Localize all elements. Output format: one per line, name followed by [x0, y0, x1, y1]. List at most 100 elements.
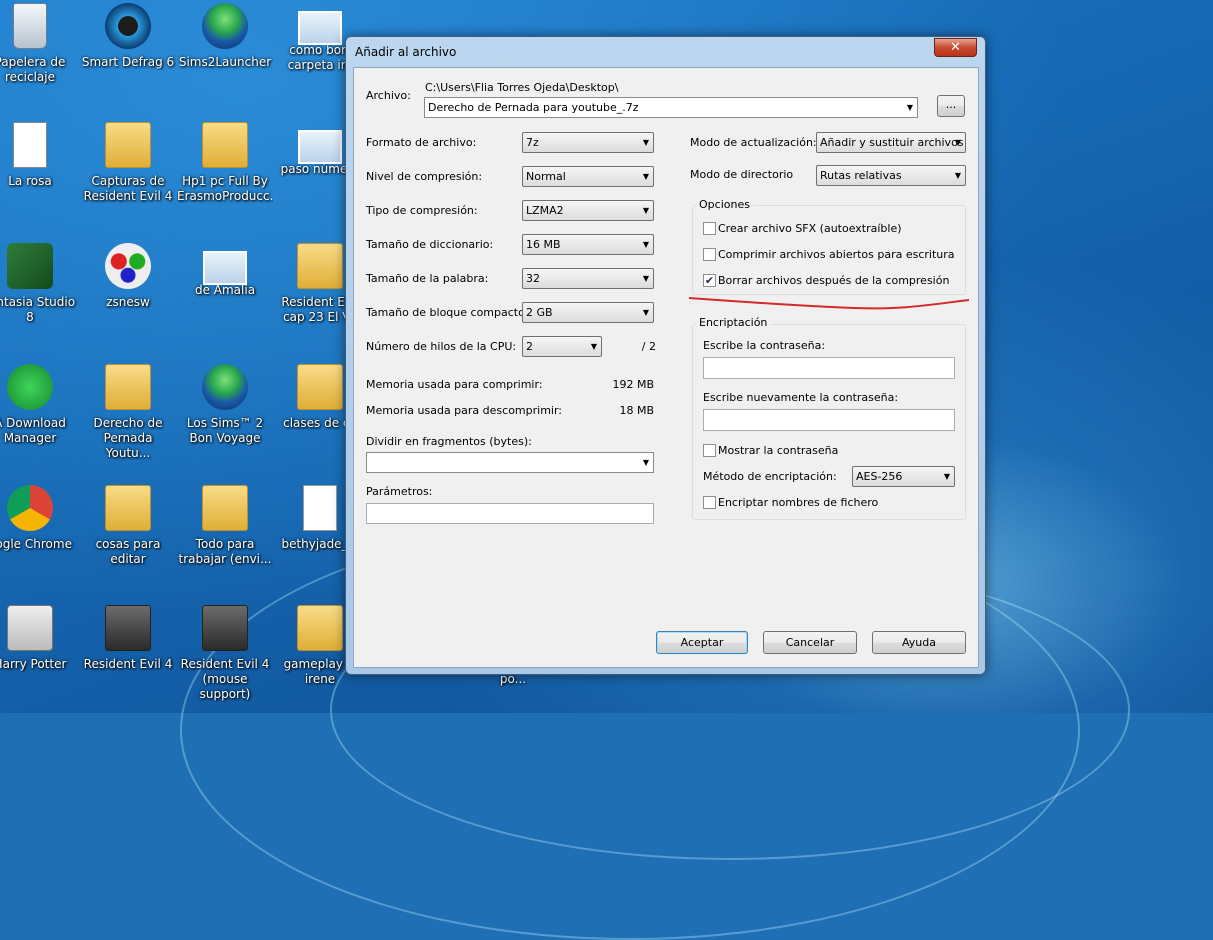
image-icon — [298, 11, 342, 45]
archive-name-combo[interactable]: Derecho de Pernada para youtube_.7z ▼ — [424, 97, 918, 118]
chevron-down-icon: ▼ — [642, 138, 649, 147]
memory-compress-label: Memoria usada para comprimir: — [366, 378, 543, 391]
ok-button[interactable]: Aceptar — [656, 631, 748, 654]
encryption-method-select[interactable]: AES-256 ▼ — [852, 466, 955, 487]
desktop-icon-label: Sims2Launcher — [178, 55, 272, 69]
word-size-label: Tamaño de la palabra: — [366, 272, 489, 285]
method-select[interactable]: LZMA2 ▼ — [522, 200, 654, 221]
camtasia-icon — [7, 243, 53, 289]
chevron-down-icon: ▼ — [590, 342, 597, 351]
desktop-icon[interactable]: Smart Defrag 6 — [80, 3, 176, 70]
word-size-select[interactable]: 32 ▼ — [522, 268, 654, 289]
folder-icon — [297, 364, 343, 410]
desktop-icon-label: La rosa — [8, 174, 52, 188]
solid-block-value: 2 GB — [526, 306, 553, 319]
options-title: Opciones — [696, 198, 753, 211]
chrome-icon — [7, 485, 53, 531]
desktop-icon[interactable]: Harry Potter — [0, 605, 78, 672]
threads-select[interactable]: 2 ▼ — [522, 336, 602, 357]
desktop-icon[interactable]: La rosa — [0, 122, 78, 189]
desktop-icon[interactable]: oogle Chrome — [0, 485, 78, 552]
update-mode-select[interactable]: Añadir y sustituir archivos ▼ — [816, 132, 966, 153]
chevron-down-icon: ▼ — [642, 458, 649, 467]
word-doc-icon — [13, 122, 47, 168]
dialog-titlebar[interactable]: Añadir al archivo ✕ — [346, 37, 985, 67]
desktop-icon-label: Resident Evil 4 (mouse support) — [180, 657, 270, 701]
recycle-bin-icon — [13, 3, 47, 49]
archive-path: C:\Users\Flia Torres Ojeda\Desktop\ — [425, 81, 619, 94]
solid-block-select[interactable]: 2 GB ▼ — [522, 302, 654, 323]
password-confirm-label: Escribe nuevamente la contraseña: — [703, 391, 899, 404]
ea-icon — [7, 364, 53, 410]
dictionary-value: 16 MB — [526, 238, 561, 251]
delete-after-label: Borrar archivos después de la compresión — [718, 274, 950, 287]
chevron-down-icon: ▼ — [642, 172, 649, 181]
password-confirm-input[interactable] — [703, 409, 955, 431]
image-icon — [203, 251, 247, 285]
dialog-title: Añadir al archivo — [355, 45, 457, 59]
archive-label: Archivo: — [366, 89, 411, 102]
harry-potter-icon — [7, 605, 53, 651]
desktop-icon[interactable]: Resident Evil 4 — [80, 605, 176, 672]
update-mode-label: Modo de actualización: — [690, 136, 817, 149]
shared-files-checkbox[interactable] — [703, 248, 716, 261]
desktop-icon[interactable]: Capturas de Resident Evil 4 — [80, 122, 176, 204]
split-volumes-combo[interactable]: ▼ — [366, 452, 654, 473]
memory-decompress-value: 18 MB — [619, 404, 654, 417]
parameters-input[interactable] — [366, 503, 654, 524]
desktop-icon[interactable]: Derecho de Pernada Youtu... — [80, 364, 176, 461]
desktop-icon-label: Harry Potter — [0, 657, 67, 671]
desktop-icon-label: zsnesw — [106, 295, 150, 309]
dictionary-select[interactable]: 16 MB ▼ — [522, 234, 654, 255]
defrag-icon — [105, 3, 151, 49]
encrypt-names-checkbox[interactable] — [703, 496, 716, 509]
desktop-icon[interactable]: zsnesw — [80, 243, 176, 310]
desktop-icon[interactable]: de Amalia — [177, 243, 273, 298]
password-label: Escribe la contraseña: — [703, 339, 826, 352]
delete-after-checkbox[interactable]: ✔ — [703, 274, 716, 287]
close-button[interactable]: ✕ — [934, 38, 977, 57]
help-button[interactable]: Ayuda — [872, 631, 966, 654]
parameters-label: Parámetros: — [366, 485, 433, 498]
desktop-icon[interactable]: amtasia Studio 8 — [0, 243, 78, 325]
chevron-down-icon: ▼ — [954, 171, 961, 180]
desktop-icon[interactable]: A Download Manager — [0, 364, 78, 446]
dialog-client-area: Archivo: C:\Users\Flia Torres Ojeda\Desk… — [353, 67, 979, 668]
password-input[interactable] — [703, 357, 955, 379]
chevron-down-icon: ▼ — [943, 472, 950, 481]
threads-total: / 2 — [641, 340, 656, 353]
desktop-icon[interactable]: Hp1 pc Full By ErasmoProducc... — [177, 122, 273, 204]
ok-button-label: Aceptar — [680, 636, 724, 649]
path-mode-value: Rutas relativas — [820, 169, 902, 182]
folder-icon — [105, 122, 151, 168]
desktop-icon-label: Derecho de Pernada Youtu... — [93, 416, 163, 460]
desktop-icon[interactable]: Todo para trabajar (envi... — [177, 485, 273, 567]
sfx-checkbox[interactable] — [703, 222, 716, 235]
memory-compress-value: 192 MB — [612, 378, 654, 391]
format-value: 7z — [526, 136, 539, 149]
threads-label: Número de hilos de la CPU: — [366, 340, 517, 353]
dictionary-label: Tamaño de diccionario: — [366, 238, 494, 251]
desktop-icon[interactable]: Resident Evil 4 (mouse support) — [177, 605, 273, 702]
level-value: Normal — [526, 170, 566, 183]
desktop-icon-label: Los Sims™ 2 Bon Voyage — [186, 416, 264, 445]
desktop-icon[interactable]: Papelera de reciclaje — [0, 3, 78, 85]
path-mode-select[interactable]: Rutas relativas ▼ — [816, 165, 966, 186]
level-select[interactable]: Normal ▼ — [522, 166, 654, 187]
shared-files-label: Comprimir archivos abiertos para escritu… — [718, 248, 955, 261]
format-select[interactable]: 7z ▼ — [522, 132, 654, 153]
show-password-checkbox[interactable] — [703, 444, 716, 457]
method-value: LZMA2 — [526, 204, 564, 217]
desktop-icon[interactable]: Sims2Launcher — [177, 3, 273, 70]
browse-button[interactable]: ... — [937, 95, 965, 117]
chevron-down-icon: ▼ — [642, 206, 649, 215]
cancel-button[interactable]: Cancelar — [763, 631, 857, 654]
chevron-down-icon: ▼ — [642, 274, 649, 283]
memory-decompress-label: Memoria usada para descomprimir: — [366, 404, 563, 417]
chevron-down-icon: ▼ — [642, 308, 649, 317]
add-to-archive-dialog: Añadir al archivo ✕ Archivo: C:\Users\Fl… — [345, 36, 986, 675]
desktop-icon[interactable]: cosas para editar — [80, 485, 176, 567]
method-label: Tipo de compresión: — [366, 204, 478, 217]
sfx-label: Crear archivo SFX (autoextraíble) — [718, 222, 902, 235]
desktop-icon[interactable]: Los Sims™ 2 Bon Voyage — [177, 364, 273, 446]
